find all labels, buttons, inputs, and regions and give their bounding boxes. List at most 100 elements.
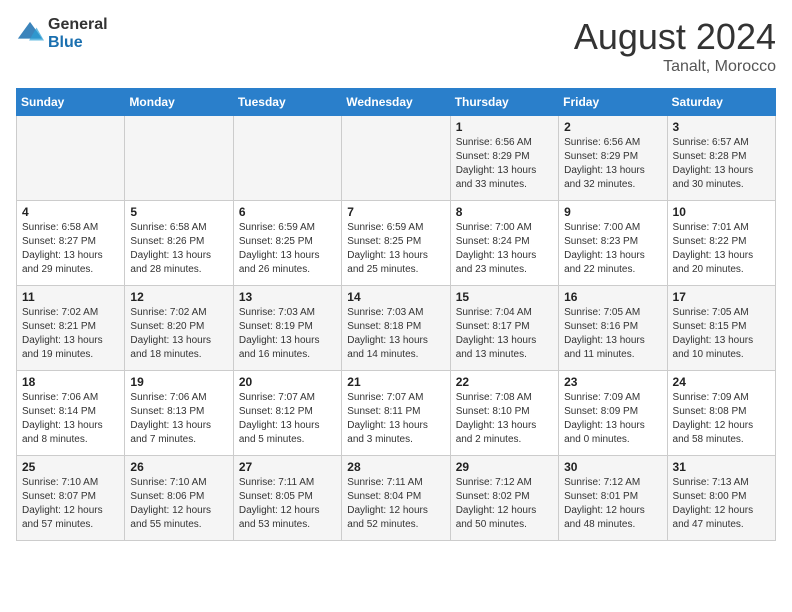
day-number: 17 [673, 290, 770, 304]
day-cell: 16 Sunrise: 7:05 AM Sunset: 8:16 PM Dayli… [559, 286, 667, 371]
day-number: 13 [239, 290, 336, 304]
day-number: 29 [456, 460, 553, 474]
day-cell: 8Sunrise: 7:00 AM Sunset: 8:24 PM Daylig… [450, 201, 558, 286]
day-info: Sunrise: 6:58 AM Sunset: 8:27 PM Dayligh… [22, 221, 119, 277]
day-cell: 4 Sunrise: 6:58 AM Sunset: 8:27 PM Daylig… [17, 201, 125, 286]
day-number: 20 [239, 375, 336, 389]
day-cell: 7Sunrise: 6:59 AM Sunset: 8:25 PM Daylig… [342, 201, 450, 286]
day-number: 5 [130, 205, 227, 219]
day-cell [342, 116, 450, 201]
day-number: 6 [239, 205, 336, 219]
day-cell: 6 Sunrise: 6:59 AM Sunset: 8:25 PM Daylig… [233, 201, 341, 286]
weekday-header-thursday: Thursday [450, 89, 558, 116]
day-number: 27 [239, 460, 336, 474]
page-header: General Blue August 2024 Tanalt, Morocco [16, 16, 776, 76]
day-cell: 15Sunrise: 7:04 AM Sunset: 8:17 PM Dayli… [450, 286, 558, 371]
day-info: Sunrise: 6:56 AM Sunset: 8:29 PM Dayligh… [564, 136, 661, 192]
weekday-header-row: SundayMondayTuesdayWednesdayThursdayFrid… [17, 89, 776, 116]
day-number: 31 [673, 460, 770, 474]
day-cell: 13 Sunrise: 7:03 AM Sunset: 8:19 PM Dayli… [233, 286, 341, 371]
day-cell: 22Sunrise: 7:08 AM Sunset: 8:10 PM Dayli… [450, 371, 558, 456]
day-info: Sunrise: 7:00 AM Sunset: 8:24 PM Dayligh… [456, 221, 553, 277]
calendar-table: SundayMondayTuesdayWednesdayThursdayFrid… [16, 88, 776, 541]
weekday-header-wednesday: Wednesday [342, 89, 450, 116]
weekday-header-monday: Monday [125, 89, 233, 116]
title-area: August 2024 Tanalt, Morocco [574, 16, 776, 76]
location-subtitle: Tanalt, Morocco [574, 58, 776, 76]
calendar-header: SundayMondayTuesdayWednesdayThursdayFrid… [17, 89, 776, 116]
day-cell: 2 Sunrise: 6:56 AM Sunset: 8:29 PM Daylig… [559, 116, 667, 201]
day-cell: 17Sunrise: 7:05 AM Sunset: 8:15 PM Dayli… [667, 286, 775, 371]
day-info: Sunrise: 7:07 AM Sunset: 8:11 PM Dayligh… [347, 391, 444, 447]
week-row-1: 1 Sunrise: 6:56 AM Sunset: 8:29 PM Daylig… [17, 116, 776, 201]
day-info: Sunrise: 7:06 AM Sunset: 8:13 PM Dayligh… [130, 391, 227, 447]
day-cell [17, 116, 125, 201]
day-cell: 28 Sunrise: 7:11 AM Sunset: 8:04 PM Dayli… [342, 456, 450, 541]
day-number: 21 [347, 375, 444, 389]
day-number: 4 [22, 205, 119, 219]
day-cell: 18 Sunrise: 7:06 AM Sunset: 8:14 PM Dayli… [17, 371, 125, 456]
day-info: Sunrise: 7:13 AM Sunset: 8:00 PM Dayligh… [673, 476, 770, 532]
day-cell: 23Sunrise: 7:09 AM Sunset: 8:09 PM Dayli… [559, 371, 667, 456]
day-number: 7 [347, 205, 444, 219]
day-cell [125, 116, 233, 201]
day-info: Sunrise: 7:10 AM Sunset: 8:06 PM Dayligh… [130, 476, 227, 532]
day-info: Sunrise: 7:02 AM Sunset: 8:20 PM Dayligh… [130, 306, 227, 362]
day-cell: 20 Sunrise: 7:07 AM Sunset: 8:12 PM Dayli… [233, 371, 341, 456]
day-info: Sunrise: 6:59 AM Sunset: 8:25 PM Dayligh… [239, 221, 336, 277]
day-number: 25 [22, 460, 119, 474]
day-info: Sunrise: 7:12 AM Sunset: 8:02 PM Dayligh… [456, 476, 553, 532]
day-info: Sunrise: 6:57 AM Sunset: 8:28 PM Dayligh… [673, 136, 770, 192]
day-cell: 25 Sunrise: 7:10 AM Sunset: 8:07 PM Dayli… [17, 456, 125, 541]
day-info: Sunrise: 7:11 AM Sunset: 8:04 PM Dayligh… [347, 476, 444, 532]
day-number: 14 [347, 290, 444, 304]
day-info: Sunrise: 7:03 AM Sunset: 8:18 PM Dayligh… [347, 306, 444, 362]
month-year-title: August 2024 [574, 16, 776, 58]
day-cell: 30 Sunrise: 7:12 AM Sunset: 8:01 PM Dayli… [559, 456, 667, 541]
day-info: Sunrise: 7:05 AM Sunset: 8:16 PM Dayligh… [564, 306, 661, 362]
day-number: 30 [564, 460, 661, 474]
day-info: Sunrise: 7:10 AM Sunset: 8:07 PM Dayligh… [22, 476, 119, 532]
day-cell: 29 Sunrise: 7:12 AM Sunset: 8:02 PM Dayli… [450, 456, 558, 541]
day-info: Sunrise: 6:56 AM Sunset: 8:29 PM Dayligh… [456, 136, 553, 192]
day-number: 11 [22, 290, 119, 304]
day-cell: 21 Sunrise: 7:07 AM Sunset: 8:11 PM Dayli… [342, 371, 450, 456]
day-info: Sunrise: 7:09 AM Sunset: 8:09 PM Dayligh… [564, 391, 661, 447]
day-cell [233, 116, 341, 201]
day-cell: 11Sunrise: 7:02 AM Sunset: 8:21 PM Dayli… [17, 286, 125, 371]
day-cell: 9Sunrise: 7:00 AM Sunset: 8:23 PM Daylig… [559, 201, 667, 286]
day-info: Sunrise: 7:07 AM Sunset: 8:12 PM Dayligh… [239, 391, 336, 447]
day-info: Sunrise: 6:58 AM Sunset: 8:26 PM Dayligh… [130, 221, 227, 277]
logo: General Blue [16, 16, 108, 51]
weekday-header-tuesday: Tuesday [233, 89, 341, 116]
day-cell: 12 Sunrise: 7:02 AM Sunset: 8:20 PM Dayli… [125, 286, 233, 371]
logo-blue-text: Blue [48, 34, 108, 52]
day-number: 3 [673, 120, 770, 134]
week-row-4: 18 Sunrise: 7:06 AM Sunset: 8:14 PM Dayli… [17, 371, 776, 456]
logo-general-text: General [48, 16, 108, 34]
day-number: 24 [673, 375, 770, 389]
day-info: Sunrise: 7:06 AM Sunset: 8:14 PM Dayligh… [22, 391, 119, 447]
day-number: 12 [130, 290, 227, 304]
day-info: Sunrise: 7:00 AM Sunset: 8:23 PM Dayligh… [564, 221, 661, 277]
day-number: 16 [564, 290, 661, 304]
weekday-header-friday: Friday [559, 89, 667, 116]
weekday-header-saturday: Saturday [667, 89, 775, 116]
day-info: Sunrise: 7:03 AM Sunset: 8:19 PM Dayligh… [239, 306, 336, 362]
day-info: Sunrise: 7:11 AM Sunset: 8:05 PM Dayligh… [239, 476, 336, 532]
day-number: 28 [347, 460, 444, 474]
day-info: Sunrise: 7:04 AM Sunset: 8:17 PM Dayligh… [456, 306, 553, 362]
week-row-5: 25 Sunrise: 7:10 AM Sunset: 8:07 PM Dayli… [17, 456, 776, 541]
day-info: Sunrise: 7:08 AM Sunset: 8:10 PM Dayligh… [456, 391, 553, 447]
week-row-3: 11Sunrise: 7:02 AM Sunset: 8:21 PM Dayli… [17, 286, 776, 371]
weekday-header-sunday: Sunday [17, 89, 125, 116]
day-number: 1 [456, 120, 553, 134]
day-cell: 19 Sunrise: 7:06 AM Sunset: 8:13 PM Dayli… [125, 371, 233, 456]
day-info: Sunrise: 7:01 AM Sunset: 8:22 PM Dayligh… [673, 221, 770, 277]
day-info: Sunrise: 7:12 AM Sunset: 8:01 PM Dayligh… [564, 476, 661, 532]
day-number: 18 [22, 375, 119, 389]
day-info: Sunrise: 7:09 AM Sunset: 8:08 PM Dayligh… [673, 391, 770, 447]
day-number: 10 [673, 205, 770, 219]
day-number: 2 [564, 120, 661, 134]
day-number: 19 [130, 375, 227, 389]
